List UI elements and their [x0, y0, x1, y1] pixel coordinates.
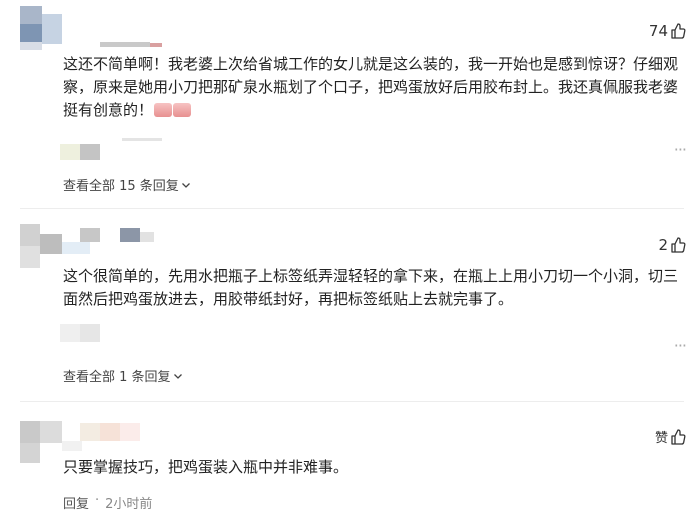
timestamp: 2小时前	[105, 497, 153, 512]
like-button[interactable]: 74	[649, 22, 686, 40]
avatar[interactable]	[20, 6, 64, 50]
username-blurred	[140, 232, 154, 242]
like-count: 2	[658, 236, 668, 254]
image-thumb-blurred	[80, 324, 100, 342]
username-blurred	[100, 423, 120, 441]
image-thumb-blurred	[60, 324, 80, 342]
comment-item: 2 这个很简单的，先用水把瓶子上标签纸弄湿轻轻的拿下来，在瓶上上用小刀切一个小洞…	[0, 212, 694, 397]
avatar[interactable]	[20, 421, 64, 465]
chevron-down-icon	[181, 182, 190, 188]
username-blurred	[62, 441, 82, 451]
reply-button[interactable]: 回复	[63, 493, 89, 512]
divider	[20, 401, 684, 402]
thumbs-up-icon	[670, 237, 686, 253]
username-blurred	[80, 228, 100, 242]
more-icon[interactable]: ···	[674, 336, 687, 355]
username-blurred	[100, 42, 150, 47]
meta-separator: ·	[95, 493, 100, 508]
more-icon[interactable]: ···	[674, 140, 687, 159]
thumbs-up-icon	[670, 23, 686, 39]
comment-meta: 回复 · 2小时前	[63, 493, 152, 512]
username-blurred	[120, 228, 140, 242]
divider	[20, 208, 684, 209]
view-replies-link[interactable]: 查看全部 15 条回复	[63, 175, 191, 194]
image-thumb-blurred	[122, 138, 162, 141]
avatar[interactable]	[20, 224, 64, 268]
comment-text: 只要掌握技巧，把鸡蛋装入瓶中并非难事。	[63, 458, 349, 476]
clapping-hands-emoji	[154, 103, 173, 117]
like-button[interactable]: 2	[658, 236, 686, 254]
username-blurred	[62, 242, 90, 254]
like-count: 74	[648, 22, 668, 40]
username-blurred	[120, 423, 140, 441]
thumbs-up-icon	[670, 428, 686, 445]
image-thumb-blurred	[60, 144, 80, 160]
image-thumb-blurred	[80, 144, 100, 160]
username-blurred	[80, 423, 100, 441]
like-button[interactable]: 赞	[655, 427, 686, 446]
chevron-down-icon	[173, 373, 182, 379]
view-replies-link[interactable]: 查看全部 1 条回复	[63, 366, 183, 385]
comment-item: 赞 只要掌握技巧，把鸡蛋装入瓶中并非难事。 回复 · 2小时前	[0, 405, 694, 526]
like-label: 赞	[654, 431, 668, 446]
comment-item: 74 这还不简单啊！我老婆上次给省城工作的女儿就是这么装的，我一开始也是感到惊讶…	[0, 0, 694, 206]
clapping-hands-emoji	[173, 103, 192, 117]
comment-text: 这个很简单的，先用水把瓶子上标签纸弄湿轻轻的拿下来，在瓶上上用小刀切一个小洞，切…	[63, 267, 679, 308]
username-blurred	[150, 43, 162, 47]
comment-text: 这还不简单啊！我老婆上次给省城工作的女儿就是这么装的，我一开始也是感到惊讶？仔细…	[63, 55, 679, 119]
